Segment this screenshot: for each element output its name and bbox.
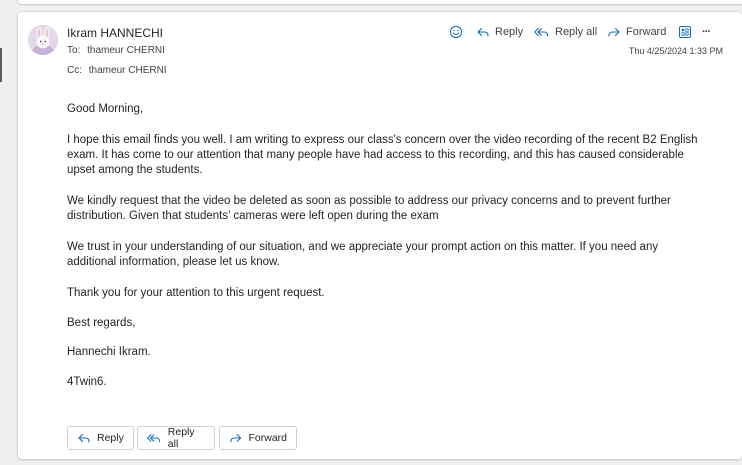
more-actions-button[interactable]: ···: [702, 24, 711, 40]
apps-grid-icon: [679, 26, 691, 38]
message-card: Ikram HANNECHI To: thameur CHERNI Cc: th…: [18, 12, 742, 459]
emoji-reaction-button[interactable]: [449, 24, 463, 40]
to-recipient[interactable]: thameur CHERNI: [87, 45, 165, 56]
footer-reply-button[interactable]: Reply: [67, 426, 134, 450]
previous-message-card: [18, 0, 742, 4]
cc-label: Cc:: [67, 65, 82, 76]
smiley-icon: [449, 25, 463, 39]
reply-label: Reply: [495, 26, 524, 38]
footer-forward-button[interactable]: Forward: [219, 426, 297, 450]
selection-indicator: [0, 48, 2, 82]
reply-all-arrow-icon: [147, 434, 160, 443]
footer-forward-label: Forward: [248, 432, 287, 444]
forward-arrow-icon: [230, 434, 242, 443]
avatar[interactable]: [28, 25, 58, 55]
footer-reply-all-label: Reply all: [167, 426, 195, 450]
body-signature-name: Hannechi Ikram.: [67, 346, 151, 358]
apps-button[interactable]: [678, 24, 692, 40]
to-line: To: thameur CHERNI: [67, 45, 165, 56]
forward-button[interactable]: Forward: [607, 24, 666, 40]
body-paragraph: Thank you for your attention to this urg…: [67, 287, 325, 299]
footer-reply-label: Reply: [97, 432, 124, 444]
forward-arrow-icon: [608, 27, 620, 37]
forward-label: Forward: [626, 26, 667, 38]
more-icon: ···: [702, 26, 711, 38]
reply-button[interactable]: Reply: [476, 24, 523, 40]
body-signoff: Best regards,: [67, 317, 136, 329]
sender-name[interactable]: Ikram HANNECHI: [67, 26, 163, 40]
reply-arrow-icon: [78, 433, 90, 443]
body-signature-class: 4Twin6.: [67, 376, 107, 388]
message-timestamp: Thu 4/25/2024 1:33 PM: [628, 46, 723, 56]
body-paragraph: I hope this email finds you well. I am w…: [67, 134, 698, 176]
reply-arrow-icon: [477, 27, 489, 37]
cc-recipient[interactable]: thameur CHERNI: [89, 65, 167, 76]
reply-all-button[interactable]: Reply all: [534, 24, 597, 40]
body-paragraph: We kindly request that the video be dele…: [67, 195, 671, 222]
body-greeting: Good Morning,: [67, 103, 144, 115]
reply-all-arrow-icon: [534, 27, 549, 37]
footer-reply-all-button[interactable]: Reply all: [137, 426, 215, 450]
reply-all-label: Reply all: [555, 26, 598, 38]
cc-line: Cc: thameur CHERNI: [67, 65, 167, 76]
body-paragraph: We trust in your understanding of our si…: [67, 241, 659, 268]
to-label: To:: [67, 45, 81, 56]
